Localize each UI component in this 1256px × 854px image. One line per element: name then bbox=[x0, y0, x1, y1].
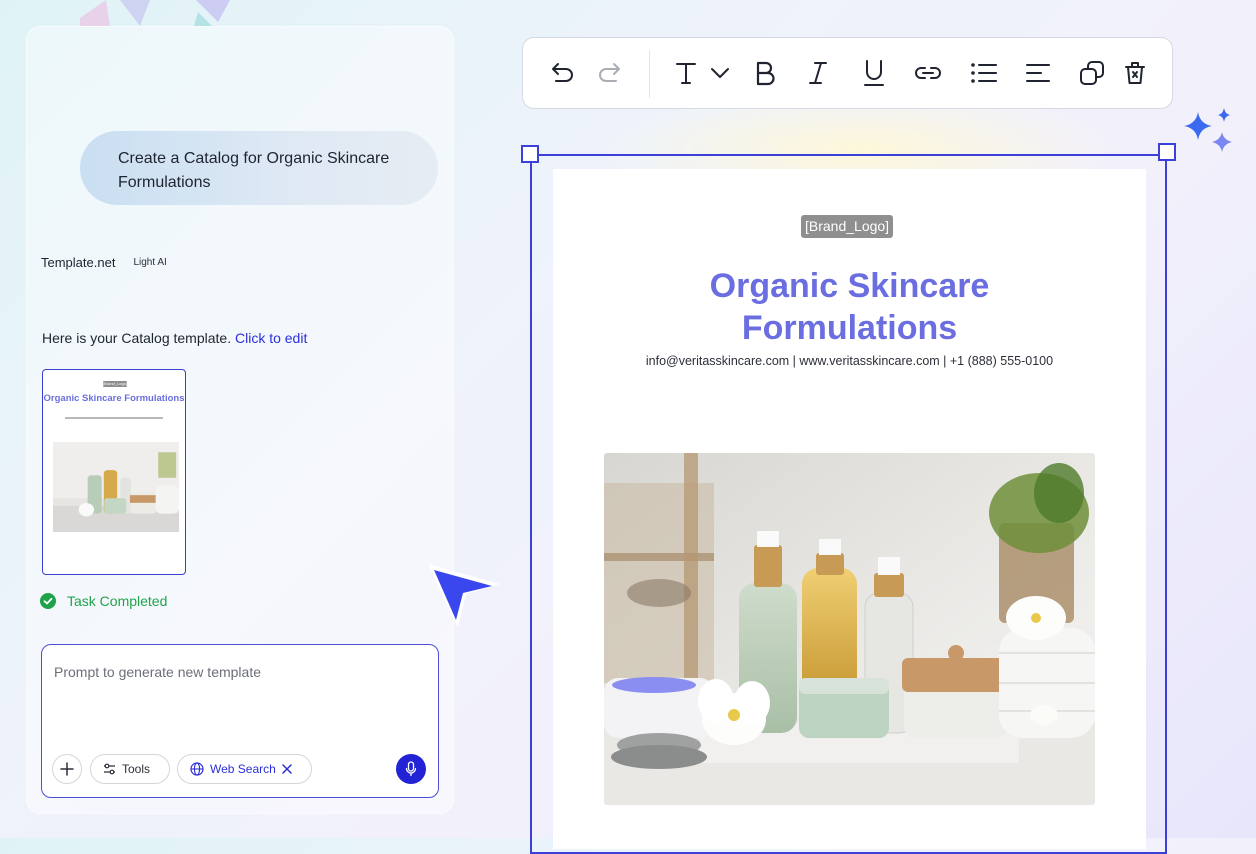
web-search-label: Web Search bbox=[210, 762, 276, 776]
italic-button[interactable] bbox=[803, 58, 833, 88]
template-thumbnail[interactable]: [Brand_Logo] Organic Skincare Formulatio… bbox=[42, 369, 186, 575]
delete-button[interactable] bbox=[1120, 58, 1150, 88]
model-tag: Light AI bbox=[133, 257, 167, 268]
link-button[interactable] bbox=[913, 58, 943, 88]
formatting-toolbar bbox=[522, 37, 1173, 109]
underline-icon bbox=[864, 60, 884, 86]
thumbnail-product-image bbox=[53, 442, 179, 532]
redo-icon bbox=[599, 63, 620, 82]
resize-handle-top-left[interactable] bbox=[521, 145, 539, 163]
prompt-input[interactable] bbox=[52, 663, 426, 681]
chat-panel: Create a Catalog for Organic Skincare Fo… bbox=[26, 26, 454, 814]
align-left-icon bbox=[1026, 64, 1050, 82]
close-icon[interactable] bbox=[282, 764, 292, 774]
redo-button[interactable] bbox=[595, 58, 625, 88]
plus-icon bbox=[60, 762, 74, 776]
assistant-header: Template.net Light AI bbox=[41, 255, 167, 270]
thumbnail-contact-line bbox=[65, 417, 163, 419]
italic-icon bbox=[809, 62, 827, 84]
assistant-reply: Here is your Catalog template. Click to … bbox=[42, 330, 307, 346]
microphone-icon bbox=[405, 761, 417, 777]
selection-frame bbox=[530, 154, 1167, 854]
delete-icon bbox=[1125, 62, 1145, 84]
task-status: Task Completed bbox=[40, 593, 167, 609]
link-icon bbox=[915, 67, 941, 79]
microphone-button[interactable] bbox=[396, 754, 426, 784]
sliders-icon bbox=[104, 763, 115, 775]
undo-icon bbox=[552, 63, 573, 82]
duplicate-icon bbox=[1080, 61, 1104, 85]
duplicate-button[interactable] bbox=[1077, 58, 1107, 88]
prompt-box: Tools Web Search bbox=[41, 644, 439, 798]
bold-button[interactable] bbox=[750, 58, 780, 88]
pointer-cursor-icon bbox=[428, 564, 500, 628]
text-type-icon bbox=[676, 63, 696, 84]
bulleted-list-icon bbox=[971, 63, 997, 83]
text-type-button[interactable] bbox=[671, 58, 701, 88]
add-attachment-button[interactable] bbox=[52, 754, 82, 784]
undo-button[interactable] bbox=[547, 58, 577, 88]
align-left-button[interactable] bbox=[1023, 58, 1053, 88]
check-circle-icon bbox=[40, 593, 56, 609]
decorative-shape-icon bbox=[80, 0, 150, 26]
toolbar-divider bbox=[649, 50, 650, 98]
web-search-chip[interactable]: Web Search bbox=[177, 754, 312, 784]
tools-button[interactable]: Tools bbox=[90, 754, 170, 784]
underline-button[interactable] bbox=[859, 58, 889, 88]
globe-icon bbox=[190, 762, 204, 776]
bulleted-list-button[interactable] bbox=[969, 58, 999, 88]
bold-icon bbox=[756, 61, 775, 86]
thumbnail-title: Organic Skincare Formulations bbox=[43, 393, 185, 404]
thumbnail-logo: [Brand_Logo] bbox=[103, 381, 128, 387]
text-type-dropdown[interactable] bbox=[705, 58, 735, 88]
click-to-edit-link[interactable]: Click to edit bbox=[235, 330, 307, 346]
resize-handle-top-right[interactable] bbox=[1158, 143, 1176, 161]
chevron-down-icon bbox=[711, 68, 729, 78]
reply-text: Here is your Catalog template. bbox=[42, 330, 232, 346]
tools-label: Tools bbox=[122, 762, 151, 776]
sparkle-icon bbox=[1184, 108, 1232, 152]
brand-name: Template.net bbox=[41, 255, 116, 270]
status-text: Task Completed bbox=[67, 593, 168, 609]
user-message-bubble: Create a Catalog for Organic Skincare Fo… bbox=[80, 131, 438, 205]
decorative-shape-icon bbox=[194, 0, 230, 26]
